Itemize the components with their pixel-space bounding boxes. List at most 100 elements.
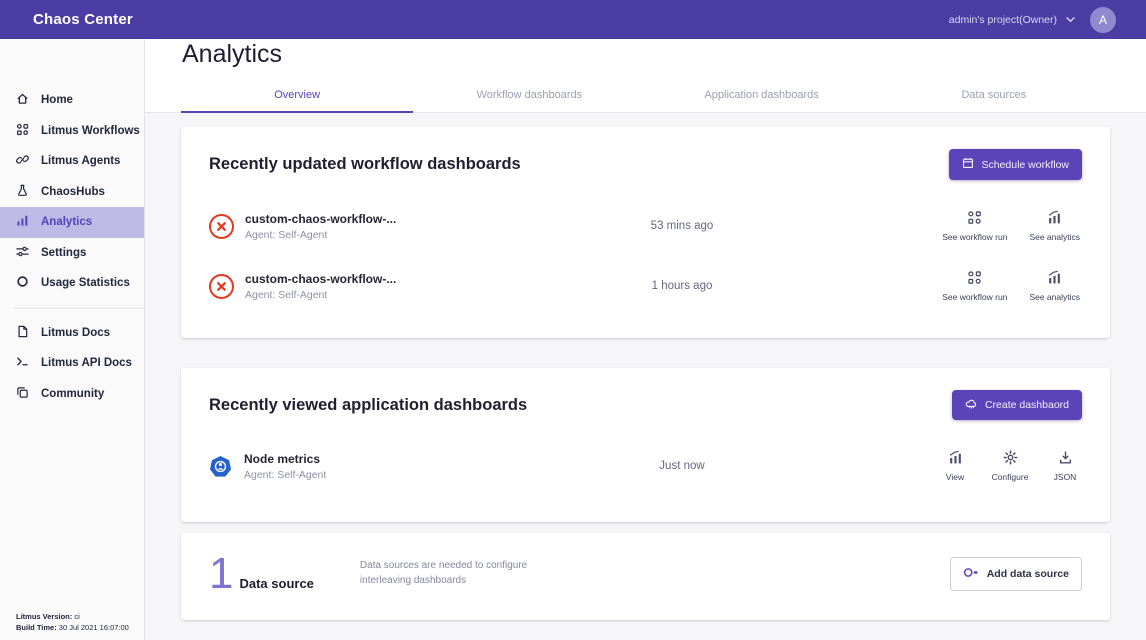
add-data-source-label: Add data source (987, 568, 1069, 580)
error-circle-x-icon (209, 274, 234, 299)
agents-icon (16, 153, 29, 169)
data-source-description: Data sources are needed to configure int… (360, 559, 578, 588)
dashboard-viewed-time: Just now (567, 460, 797, 472)
page-content: Recently updated workflow dashboards Sch… (145, 113, 1146, 640)
add-data-source-button[interactable]: Add data source (950, 557, 1082, 591)
kubernetes-node-icon (209, 455, 232, 478)
error-circle-x-icon (209, 214, 234, 239)
application-card-title: Recently viewed application dashboards (209, 396, 527, 415)
sidebar-item-label: Usage Statistics (41, 277, 130, 289)
application-dashboard-row: Node metrics Agent: Self-Agent Just now … (181, 436, 1110, 496)
workflow-name: custom-chaos-workflow-... (245, 272, 396, 286)
tab-workflow-dashboards[interactable]: Workflow dashboards (413, 80, 645, 113)
sidebar: Home Litmus Workflows Litmus Agents Chao… (0, 39, 145, 640)
cloud-dashboard-icon (965, 398, 978, 412)
workflow-card-title: Recently updated workflow dashboards (209, 155, 521, 174)
community-icon (16, 386, 29, 402)
create-dashboard-label: Create dashbaord (985, 399, 1069, 411)
chevron-down-icon (1066, 14, 1075, 26)
tab-data-sources[interactable]: Data sources (878, 80, 1110, 113)
see-workflow-run-action[interactable]: See workflow run (942, 270, 1007, 302)
sidebar-item-label: Home (41, 94, 73, 106)
top-header: Chaos Center admin's project(Owner) A (0, 0, 1146, 39)
schedule-workflow-label: Schedule workflow (981, 159, 1069, 171)
workflow-run-icon (967, 210, 982, 227)
schedule-workflow-button[interactable]: Schedule workflow (949, 149, 1082, 180)
build-time: Build Time: 30 Jul 2021 16:07:00 (16, 623, 129, 634)
workflow-name: custom-chaos-workflow-... (245, 212, 396, 226)
sidebar-item-label: ChaosHubs (41, 186, 105, 198)
see-analytics-action[interactable]: See analytics (1029, 210, 1080, 242)
tab-overview[interactable]: Overview (181, 80, 413, 113)
analytics-chart-icon (1047, 210, 1062, 227)
usage-statistics-icon (16, 275, 29, 291)
analytics-chart-icon (1047, 270, 1062, 287)
sidebar-item-litmus-api-docs[interactable]: Litmus API Docs (0, 348, 144, 379)
create-dashboard-button[interactable]: Create dashbaord (952, 390, 1082, 420)
sidebar-item-usage-statistics[interactable]: Usage Statistics (0, 268, 144, 299)
sidebar-item-litmus-agents[interactable]: Litmus Agents (0, 146, 144, 177)
sidebar-divider (14, 308, 144, 309)
gear-icon (1003, 450, 1018, 467)
configure-dashboard-action[interactable]: Configure (988, 450, 1032, 482)
sidebar-item-label: Community (41, 388, 104, 400)
json-label: JSON (1054, 472, 1077, 482)
main-area: Analytics Overview Workflow dashboards A… (145, 39, 1146, 640)
see-analytics-action[interactable]: See analytics (1029, 270, 1080, 302)
sidebar-item-label: Litmus Agents (41, 155, 120, 167)
application-dashboards-card: Recently viewed application dashboards C… (181, 368, 1110, 522)
data-source-count: 1 (209, 555, 233, 592)
data-source-icon (963, 566, 979, 582)
page-title: Analytics (182, 40, 1146, 69)
tab-bar: Overview Workflow dashboards Application… (181, 80, 1110, 113)
sidebar-item-litmus-docs[interactable]: Litmus Docs (0, 318, 144, 349)
project-selector[interactable]: admin's project(Owner) (949, 14, 1075, 26)
analytics-icon (16, 214, 29, 230)
see-workflow-run-label: See workflow run (942, 232, 1007, 242)
workflow-row: custom-chaos-workflow-... Agent: Self-Ag… (181, 256, 1110, 316)
sidebar-item-settings[interactable]: Settings (0, 238, 144, 269)
litmus-version: Litmus Version: ci (16, 612, 129, 623)
workflow-dashboards-card: Recently updated workflow dashboards Sch… (181, 127, 1110, 338)
see-workflow-run-action[interactable]: See workflow run (942, 210, 1007, 242)
data-source-label: Data source (239, 576, 313, 591)
download-icon (1058, 450, 1073, 467)
sidebar-item-label: Litmus Workflows (41, 125, 140, 137)
workflow-updated-time: 53 mins ago (567, 220, 797, 232)
tab-application-dashboards[interactable]: Application dashboards (646, 80, 878, 113)
see-analytics-label: See analytics (1029, 232, 1080, 242)
dashboard-name: Node metrics (244, 452, 326, 466)
sidebar-item-home[interactable]: Home (0, 85, 144, 116)
workflows-icon (16, 123, 29, 139)
sidebar-item-analytics[interactable]: Analytics (0, 207, 144, 238)
app-title: Chaos Center (33, 11, 133, 28)
sidebar-item-label: Analytics (41, 216, 92, 228)
view-chart-icon (948, 450, 963, 467)
api-docs-icon (16, 355, 29, 371)
settings-icon (16, 245, 29, 261)
data-source-card: 1 Data source Data sources are needed to… (181, 533, 1110, 620)
home-icon (16, 92, 29, 108)
avatar[interactable]: A (1090, 7, 1116, 33)
dashboard-agent: Agent: Self-Agent (244, 469, 326, 481)
chaos-center-app: Chaos Center admin's project(Owner) A Ho… (0, 0, 1146, 640)
workflow-run-icon (967, 270, 982, 287)
project-selector-label: admin's project(Owner) (949, 14, 1057, 26)
avatar-letter: A (1099, 13, 1107, 27)
sidebar-item-label: Litmus API Docs (41, 357, 132, 369)
sidebar-item-litmus-workflows[interactable]: Litmus Workflows (0, 116, 144, 147)
workflow-row: custom-chaos-workflow-... Agent: Self-Ag… (181, 196, 1110, 256)
sidebar-footer: Litmus Version: ci Build Time: 30 Jul 20… (16, 612, 129, 633)
sidebar-item-label: Litmus Docs (41, 327, 110, 339)
workflow-agent: Agent: Self-Agent (245, 289, 396, 301)
chaoshubs-icon (16, 184, 29, 200)
see-analytics-label: See analytics (1029, 292, 1080, 302)
page-header: Analytics Overview Workflow dashboards A… (145, 39, 1146, 113)
view-label: View (946, 472, 964, 482)
sidebar-item-chaoshubs[interactable]: ChaosHubs (0, 177, 144, 208)
docs-icon (16, 325, 29, 341)
download-json-action[interactable]: JSON (1050, 450, 1080, 482)
view-dashboard-action[interactable]: View (940, 450, 970, 482)
sidebar-item-community[interactable]: Community (0, 379, 144, 410)
see-workflow-run-label: See workflow run (942, 292, 1007, 302)
